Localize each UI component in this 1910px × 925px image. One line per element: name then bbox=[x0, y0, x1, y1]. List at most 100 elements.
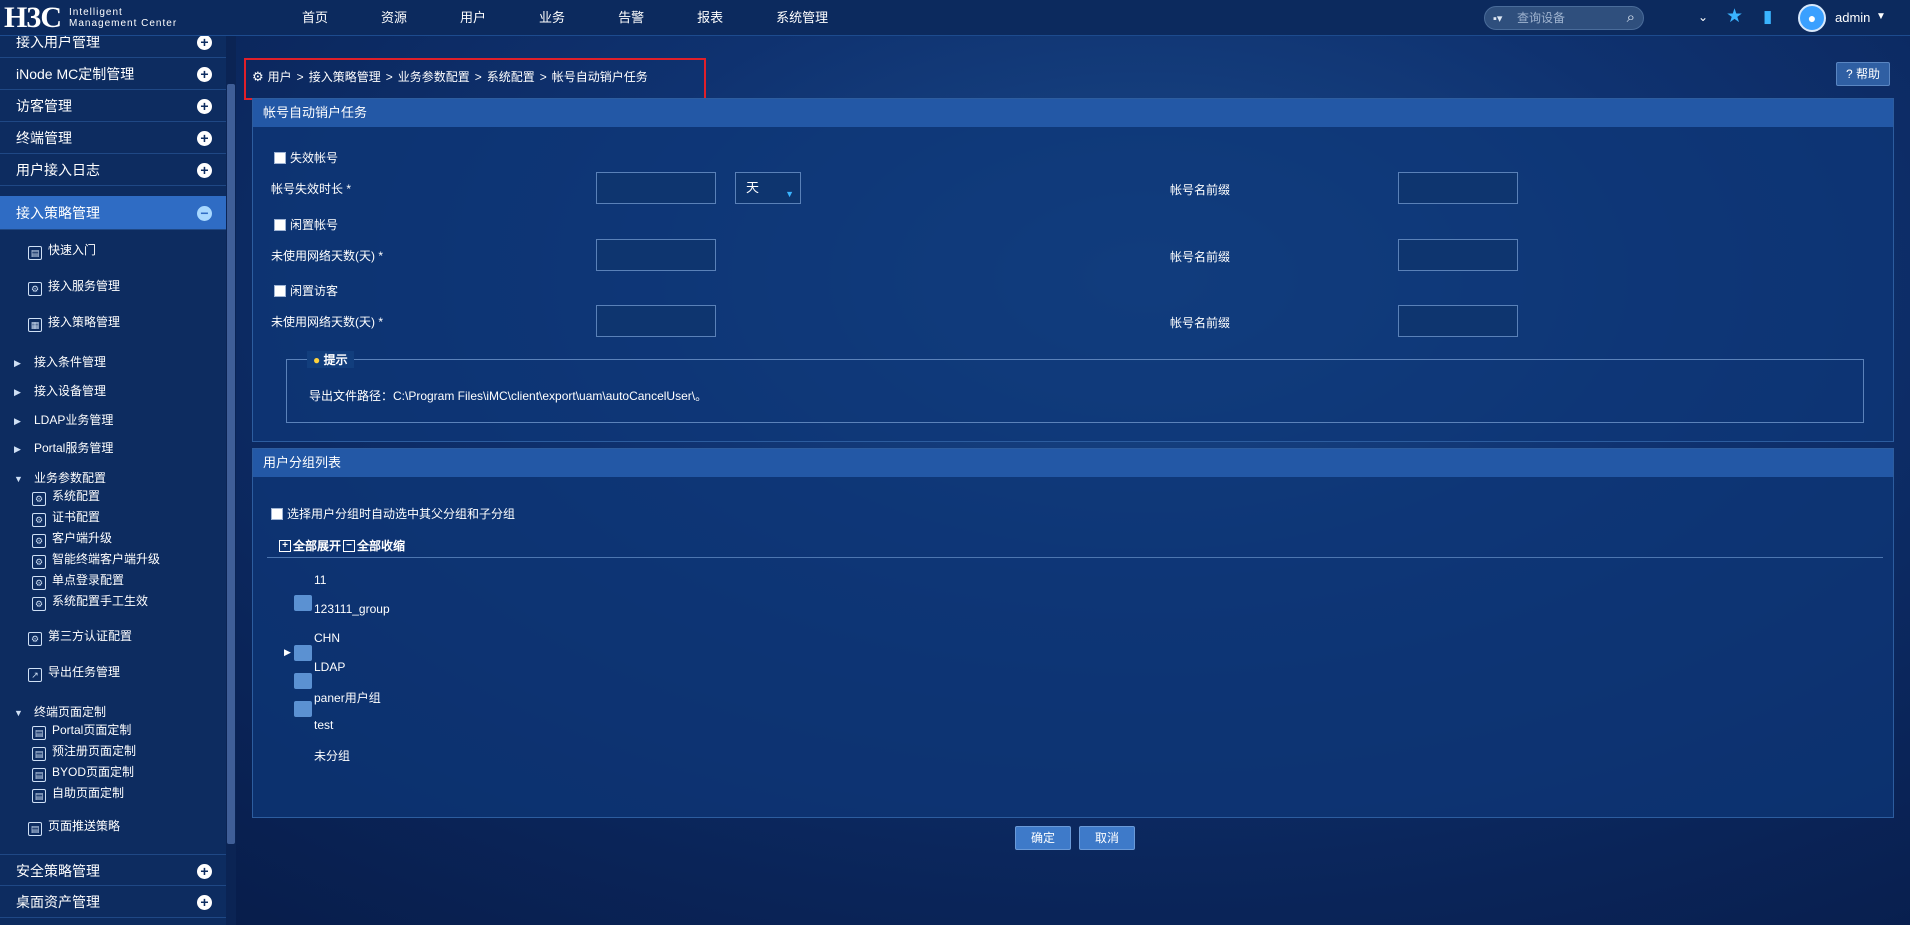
sidebar-group-portal[interactable]: ▶ Portal服务管理 bbox=[14, 440, 113, 457]
search-input[interactable] bbox=[1517, 9, 1621, 27]
nav-home[interactable]: 首页 bbox=[300, 0, 330, 36]
sidebar-item-prereg-page[interactable]: ▤ 预注册页面定制 bbox=[32, 743, 136, 761]
expand-plus-icon[interactable]: + bbox=[197, 895, 212, 910]
sidebar-item-sso-config[interactable]: ⚙ 单点登录配置 bbox=[32, 572, 124, 590]
nav-report[interactable]: 报表 bbox=[695, 0, 725, 36]
idle-prefix-input[interactable] bbox=[1398, 239, 1518, 271]
breadcrumb-item[interactable]: 业务参数配置 bbox=[398, 68, 470, 85]
sidebar-item-portal-page[interactable]: ▤ Portal页面定制 bbox=[32, 722, 131, 740]
sidebar-group-terminal-page[interactable]: ▼ 终端页面定制 bbox=[14, 704, 106, 721]
breadcrumb-item[interactable]: 系统配置 bbox=[487, 68, 535, 85]
sidebar-item-smart-upgrade[interactable]: ⚙ 智能终端客户端升级 bbox=[32, 551, 160, 569]
user-menu-caret-icon[interactable]: ▼ bbox=[1876, 11, 1886, 22]
nav-user[interactable]: 用户 bbox=[458, 0, 488, 36]
sidebar-item-export-tasks[interactable]: ↗ 导出任务管理 bbox=[28, 664, 120, 682]
sidebar-group-device[interactable]: ▶ 接入设备管理 bbox=[14, 383, 106, 400]
help-button[interactable]: ? 帮助 bbox=[1836, 62, 1890, 86]
expand-arrow-icon[interactable]: ▶ bbox=[14, 413, 24, 429]
auto-select-checkbox-row[interactable]: 选择用户分组时自动选中其父分组和子分组 bbox=[271, 505, 515, 522]
sidebar-item-third-party[interactable]: ⚙ 第三方认证配置 bbox=[28, 628, 132, 646]
cancel-button[interactable]: 取消 bbox=[1079, 826, 1135, 850]
guest-days-input[interactable] bbox=[596, 305, 716, 337]
nav-system[interactable]: 系统管理 bbox=[774, 0, 830, 36]
tree-node-label[interactable]: 未分组 bbox=[314, 747, 350, 764]
collapse-arrow-icon[interactable]: ▼ bbox=[14, 471, 24, 487]
expand-plus-icon[interactable]: + bbox=[197, 99, 212, 114]
tree-expand-arrow-icon[interactable]: ▶ bbox=[284, 647, 291, 658]
sidebar-group-ldap[interactable]: ▶ LDAP业务管理 bbox=[14, 412, 113, 429]
idle-account-checkbox-row[interactable]: 闲置帐号 bbox=[274, 216, 338, 233]
idle-days-input[interactable] bbox=[596, 239, 716, 271]
expand-plus-icon[interactable]: + bbox=[197, 163, 212, 178]
sidebar-item-access-policy[interactable]: ▦ 接入策略管理 bbox=[28, 314, 120, 332]
breadcrumb-item[interactable]: 用户 bbox=[268, 68, 292, 85]
sidebar-cat-terminal[interactable]: 终端管理 + bbox=[0, 122, 226, 154]
expand-arrow-icon[interactable]: ▶ bbox=[14, 441, 24, 457]
sidebar-cat-guest[interactable]: 访客管理 + bbox=[0, 90, 226, 122]
invalid-duration-input[interactable] bbox=[596, 172, 716, 204]
invalid-account-checkbox[interactable] bbox=[274, 152, 286, 164]
auto-select-checkbox[interactable] bbox=[271, 508, 283, 520]
expand-plus-icon[interactable]: + bbox=[197, 131, 212, 146]
username[interactable]: admin bbox=[1835, 10, 1870, 25]
h3c-logo[interactable]: H3C Intelligent Management Center bbox=[0, 1, 230, 34]
sidebar-item-byod-page[interactable]: ▤ BYOD页面定制 bbox=[32, 764, 134, 782]
invalid-account-checkbox-row[interactable]: 失效帐号 bbox=[274, 149, 338, 166]
tree-node-label[interactable]: 11 bbox=[314, 573, 326, 587]
ok-button[interactable]: 确定 bbox=[1015, 826, 1071, 850]
bookmark-icon[interactable]: ▮ bbox=[1763, 7, 1772, 27]
collapse-all-icon[interactable]: − bbox=[343, 539, 356, 552]
sidebar-cat-security[interactable]: 安全策略管理 + bbox=[0, 854, 226, 886]
idle-account-checkbox[interactable] bbox=[274, 219, 286, 231]
search-icon[interactable]: ⌕ bbox=[1627, 9, 1635, 26]
sidebar-cat-inode[interactable]: iNode MC定制管理 + bbox=[0, 58, 226, 90]
tree-checkbox[interactable] bbox=[294, 673, 312, 689]
sidebar-scroll-thumb[interactable] bbox=[227, 84, 235, 844]
collapse-all-link[interactable]: 全部收缩 bbox=[357, 537, 405, 554]
nav-alarm[interactable]: 告警 bbox=[616, 0, 646, 36]
sidebar-item-cert-config[interactable]: ⚙ 证书配置 bbox=[32, 509, 100, 527]
idle-guest-checkbox-row[interactable]: 闲置访客 bbox=[274, 282, 338, 299]
expand-arrow-icon[interactable]: ▶ bbox=[14, 384, 24, 400]
sidebar-item-manual-apply[interactable]: ⚙ 系统配置手工生效 bbox=[32, 593, 148, 611]
collapse-minus-icon[interactable]: − bbox=[197, 206, 212, 221]
sidebar-cat-access-policy[interactable]: 接入策略管理 − bbox=[0, 196, 226, 230]
sidebar-item-client-upgrade[interactable]: ⚙ 客户端升级 bbox=[32, 530, 112, 548]
sidebar-item-push-policy[interactable]: ▤ 页面推送策略 bbox=[28, 818, 120, 836]
breadcrumb-item[interactable]: 接入策略管理 bbox=[309, 68, 381, 85]
tree-node-label[interactable]: paner用户组 bbox=[314, 689, 381, 706]
sidebar-group-biz-params[interactable]: ▼ 业务参数配置 bbox=[14, 470, 106, 487]
expand-arrow-icon[interactable]: ▶ bbox=[14, 355, 24, 371]
sidebar-item-selfservice-page[interactable]: ▤ 自助页面定制 bbox=[32, 785, 124, 803]
tree-node-label[interactable]: CHN bbox=[314, 631, 340, 645]
expand-plus-icon[interactable]: + bbox=[197, 36, 212, 50]
tree-checkbox[interactable] bbox=[294, 701, 312, 717]
star-icon[interactable]: ★ bbox=[1726, 5, 1743, 28]
tree-node-label[interactable]: test bbox=[314, 718, 333, 732]
tree-checkbox[interactable] bbox=[294, 645, 312, 661]
tree-node-label[interactable]: 123111_group bbox=[314, 602, 390, 616]
expand-all-link[interactable]: 全部展开 bbox=[293, 537, 341, 554]
sidebar-cat-access-user[interactable]: 接入用户管理 + bbox=[0, 36, 226, 58]
sidebar-group-condition[interactable]: ▶ 接入条件管理 bbox=[14, 354, 106, 371]
nav-service[interactable]: 业务 bbox=[537, 0, 567, 36]
tree-node-label[interactable]: LDAP bbox=[314, 660, 345, 674]
sidebar-item-quickstart[interactable]: ▤ 快速入门 bbox=[28, 242, 96, 260]
idle-guest-checkbox[interactable] bbox=[274, 285, 286, 297]
sidebar-cat-access-log[interactable]: 用户接入日志 + bbox=[0, 154, 226, 186]
sidebar-cat-desktop[interactable]: 桌面资产管理 + bbox=[0, 886, 226, 918]
invalid-prefix-input[interactable] bbox=[1398, 172, 1518, 204]
collapse-chevron-icon[interactable]: ⌄ bbox=[1698, 10, 1708, 24]
expand-plus-icon[interactable]: + bbox=[197, 67, 212, 82]
duration-unit-select[interactable]: 天 ▼ bbox=[735, 172, 801, 204]
device-type-icon[interactable]: ▪▾ bbox=[1493, 12, 1502, 25]
tree-checkbox[interactable] bbox=[294, 595, 312, 611]
expand-all-icon[interactable]: + bbox=[279, 539, 291, 552]
collapse-arrow-icon[interactable]: ▼ bbox=[14, 705, 24, 721]
guest-prefix-input[interactable] bbox=[1398, 305, 1518, 337]
avatar[interactable]: ● bbox=[1798, 4, 1826, 32]
nav-resource[interactable]: 资源 bbox=[379, 0, 409, 36]
sidebar-item-system-config[interactable]: ⚙ 系统配置 bbox=[32, 488, 100, 506]
sidebar-item-access-service[interactable]: ⚙ 接入服务管理 bbox=[28, 278, 120, 296]
expand-plus-icon[interactable]: + bbox=[197, 864, 212, 879]
